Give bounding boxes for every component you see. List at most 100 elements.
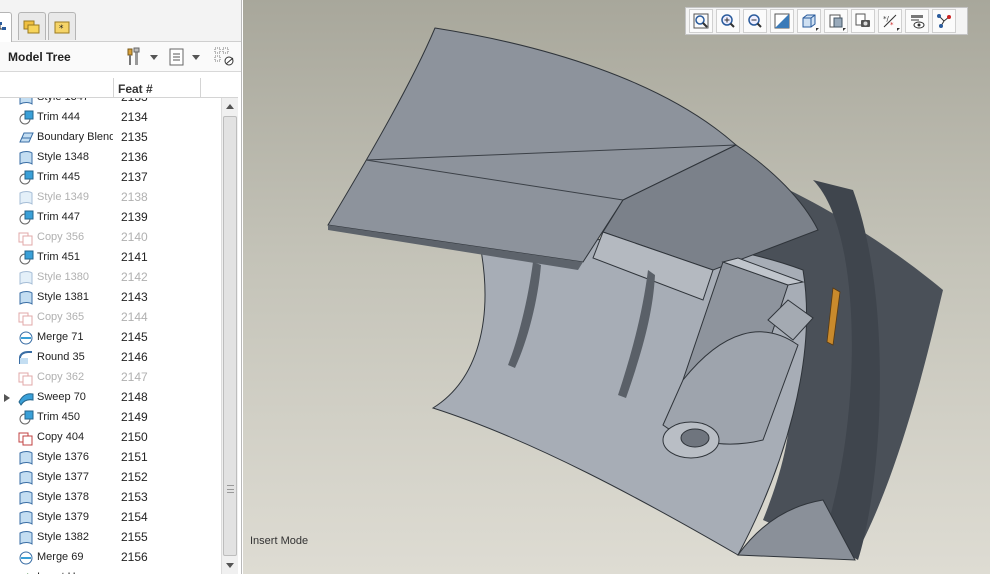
tree-row[interactable]: Style 1376 2151 xyxy=(0,448,220,468)
tree-row[interactable]: Style 1381 2143 xyxy=(0,288,220,308)
feature-name: Style 1380 xyxy=(37,271,89,283)
round-feature-icon xyxy=(18,350,34,366)
tree-row[interactable]: Trim 450 2149 xyxy=(0,408,220,428)
refit-icon xyxy=(693,13,709,29)
folder-browser-tab[interactable] xyxy=(18,12,46,40)
zoom-in-icon xyxy=(721,14,735,28)
feature-name: Copy 365 xyxy=(37,311,85,323)
tree-row[interactable]: Boundary Blend 2135 xyxy=(0,128,220,148)
refit-button[interactable] xyxy=(689,9,713,33)
feature-name: Sweep 70 xyxy=(37,391,86,403)
scroll-down-button[interactable] xyxy=(222,558,238,574)
saved-views-button[interactable] xyxy=(824,9,848,33)
feature-number: 2147 xyxy=(121,370,148,384)
scroll-thumb[interactable] xyxy=(223,116,237,556)
feature-name: Style 1378 xyxy=(37,491,89,503)
svg-text:*: * xyxy=(890,21,894,29)
feature-number: 2137 xyxy=(121,170,148,184)
feature-number: 2139 xyxy=(121,210,148,224)
svg-text:*/: */ xyxy=(883,15,890,23)
feature-name: Trim 450 xyxy=(37,411,80,423)
feature-number: 2136 xyxy=(121,150,148,164)
column-divider[interactable] xyxy=(200,78,201,98)
tree-row[interactable]: Trim 445 2137 xyxy=(0,168,220,188)
part-model[interactable] xyxy=(243,0,990,574)
trim-feature-icon xyxy=(18,210,34,226)
show-list-icon xyxy=(169,48,184,66)
merge-feature-icon xyxy=(18,330,34,346)
copy-feature-icon xyxy=(18,230,34,246)
style-feature-icon xyxy=(18,510,34,526)
tree-row[interactable]: Insert Here xyxy=(0,568,220,574)
copy-feature-icon xyxy=(18,310,34,326)
scroll-up-button[interactable] xyxy=(222,98,238,114)
zoom-in-button[interactable] xyxy=(716,9,740,33)
tree-scrollbar[interactable] xyxy=(221,98,238,574)
feature-number: 2146 xyxy=(121,350,148,364)
feature-number: 2149 xyxy=(121,410,148,424)
graphics-window[interactable]: */* Insert Mode xyxy=(243,0,990,574)
merge-feature-icon xyxy=(18,550,34,566)
feature-name: Style 1347 xyxy=(37,98,113,103)
feature-number: 2143 xyxy=(121,290,148,304)
feature-name: Style 1349 xyxy=(37,191,89,203)
tree-row[interactable]: Merge 69 2156 xyxy=(0,548,220,568)
feat-number-column-header[interactable]: Feat # xyxy=(118,82,153,96)
expand-arrow-icon[interactable] xyxy=(4,394,10,402)
feature-name: Boundary Blend xyxy=(37,131,113,143)
style-feature-icon xyxy=(18,530,34,546)
model-tree-tab[interactable] xyxy=(0,12,12,42)
tree-row[interactable]: Trim 444 2134 xyxy=(0,108,220,128)
display-style-icon xyxy=(802,14,816,28)
tree-row[interactable]: Style 1378 2153 xyxy=(0,488,220,508)
column-divider[interactable] xyxy=(113,78,114,98)
tree-row[interactable]: Copy 404 2150 xyxy=(0,428,220,448)
zoom-out-button[interactable] xyxy=(743,9,767,33)
style-feature-icon xyxy=(18,150,34,166)
navigator-tab-strip: * xyxy=(0,0,241,42)
tree-column-header: Feat # xyxy=(0,78,238,98)
tree-row[interactable]: Copy 362 2147 xyxy=(0,368,220,388)
favorites-tab[interactable]: * xyxy=(48,12,76,40)
model-tree-list: Style 1347 2133 Trim 444 2134 Boundary Blend… xyxy=(0,98,220,574)
tree-row[interactable]: Trim 447 2139 xyxy=(0,208,220,228)
trim-feature-icon xyxy=(18,250,34,266)
tree-row[interactable]: Copy 365 2144 xyxy=(0,308,220,328)
style-feature-icon xyxy=(18,290,34,306)
tree-row[interactable]: Style 1379 2154 xyxy=(0,508,220,528)
annotation-display-button[interactable] xyxy=(905,9,929,33)
trim-feature-icon xyxy=(18,410,34,426)
feature-number: 2148 xyxy=(121,390,148,404)
tree-row[interactable]: Style 1380 2142 xyxy=(0,268,220,288)
tree-row[interactable]: Sweep 70 2148 xyxy=(0,388,220,408)
feature-number: 2156 xyxy=(121,550,148,564)
tree-row[interactable]: Style 1347 2133 xyxy=(0,98,220,108)
tree-row[interactable]: Style 1348 2136 xyxy=(0,148,220,168)
model-tree-header: Model Tree xyxy=(0,42,241,72)
tree-filter-button[interactable] xyxy=(214,46,236,68)
tree-settings-button[interactable] xyxy=(124,46,158,68)
tree-row[interactable]: Trim 451 2141 xyxy=(0,248,220,268)
tree-row[interactable]: Round 35 2146 xyxy=(0,348,220,368)
tree-row[interactable]: Style 1382 2155 xyxy=(0,528,220,548)
tree-row[interactable]: Copy 356 2140 xyxy=(0,228,220,248)
datum-display-icon: */* xyxy=(883,14,897,29)
display-style-button[interactable] xyxy=(797,9,821,33)
tree-row[interactable]: Merge 71 2145 xyxy=(0,328,220,348)
trim-feature-icon xyxy=(18,110,34,126)
feature-name: Trim 445 xyxy=(37,171,80,183)
chevron-down-icon xyxy=(150,54,158,60)
saved-views-icon xyxy=(829,14,843,28)
tree-row[interactable]: Style 1349 2138 xyxy=(0,188,220,208)
repaint-button[interactable] xyxy=(770,9,794,33)
spin-center-button[interactable] xyxy=(932,9,956,33)
tree-row[interactable]: Style 1377 2152 xyxy=(0,468,220,488)
feature-number: 2145 xyxy=(121,330,148,344)
view-toolbar: */* xyxy=(685,7,968,35)
view-manager-button[interactable] xyxy=(851,9,875,33)
model-tree-title: Model Tree xyxy=(8,50,71,64)
tree-show-button[interactable] xyxy=(168,46,200,68)
filter-icon xyxy=(214,47,234,66)
datum-display-button[interactable]: */* xyxy=(878,9,902,33)
feature-name: Trim 451 xyxy=(37,251,80,263)
